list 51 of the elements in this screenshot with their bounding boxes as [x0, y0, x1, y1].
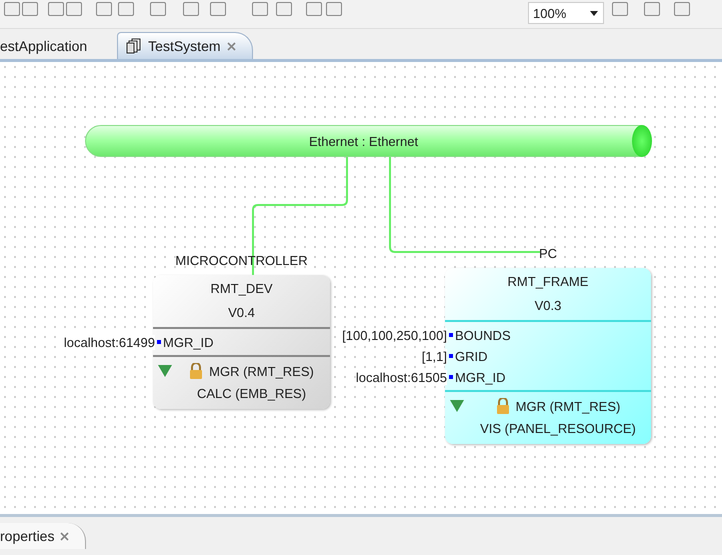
device-version: V0.4: [228, 305, 255, 320]
toolbar-icon[interactable]: [96, 2, 112, 16]
toolbar-icon[interactable]: [674, 2, 690, 16]
toolbar-icon[interactable]: [150, 2, 166, 16]
toolbar-icon[interactable]: [66, 2, 82, 16]
lock-icon: [189, 363, 204, 379]
system-icon: [126, 38, 142, 54]
toolbar-icon[interactable]: [183, 2, 199, 16]
resource-name[interactable]: CALC (EMB_RES): [196, 386, 306, 401]
toolbar-icon[interactable]: [4, 2, 20, 16]
toolbar-icon[interactable]: [48, 2, 64, 16]
parameter-name: GRID: [455, 348, 488, 364]
resource-name[interactable]: MGR (RMT_RES): [209, 364, 314, 378]
port-icon: [157, 340, 161, 344]
parameter-value: [1,1]: [422, 348, 447, 364]
ethernet-segment[interactable]: Ethernet : Ethernet: [85, 125, 642, 157]
device-name: RMT_DEV: [210, 281, 273, 296]
port-icon: [449, 333, 453, 337]
segment-end-cap: [632, 125, 652, 157]
parameter-value: localhost:61499: [64, 334, 155, 350]
port-icon: [449, 375, 453, 379]
toolbar-icon[interactable]: [326, 2, 342, 16]
parameter-name: MGR_ID: [455, 370, 506, 384]
parameter-value: localhost:61505: [356, 370, 447, 384]
toolbar-icon[interactable]: [306, 2, 322, 16]
lock-icon: [496, 398, 510, 414]
zoom-combo[interactable]: 100%: [528, 2, 604, 24]
resource-name[interactable]: VIS (PANEL_RESOURCE): [480, 421, 636, 436]
parameter-value: [100,100,250,100]: [342, 328, 447, 342]
toolbar-icon[interactable]: [252, 2, 268, 16]
caret-icon: [590, 11, 598, 16]
close-icon[interactable]: [226, 42, 236, 50]
port-icon: [449, 354, 453, 358]
resource-name[interactable]: MGR (RMT_RES): [516, 398, 620, 414]
view-tab[interactable]: roperties: [0, 523, 86, 549]
parameter-name: BOUNDS: [455, 328, 511, 342]
device-version: V0.3: [534, 298, 562, 313]
device-node[interactable]: [153, 275, 330, 409]
toolbar-icon[interactable]: [118, 2, 134, 16]
device-type-label: PC: [538, 246, 558, 261]
toolbar-icon[interactable]: [612, 2, 628, 16]
editor-tab[interactable]: TestSystem: [117, 32, 253, 59]
close-icon[interactable]: [60, 532, 70, 540]
toolbar-icon[interactable]: [22, 2, 38, 16]
parameter-name: MGR_ID: [163, 334, 214, 350]
device-name: RMT_FRAME: [508, 274, 588, 289]
toolbar-icon[interactable]: [644, 2, 660, 16]
device-node[interactable]: [445, 268, 651, 444]
toolbar-icon[interactable]: [210, 2, 226, 16]
editor-tab[interactable]: estApplication: [0, 33, 104, 59]
toolbar-icon[interactable]: [276, 2, 292, 16]
